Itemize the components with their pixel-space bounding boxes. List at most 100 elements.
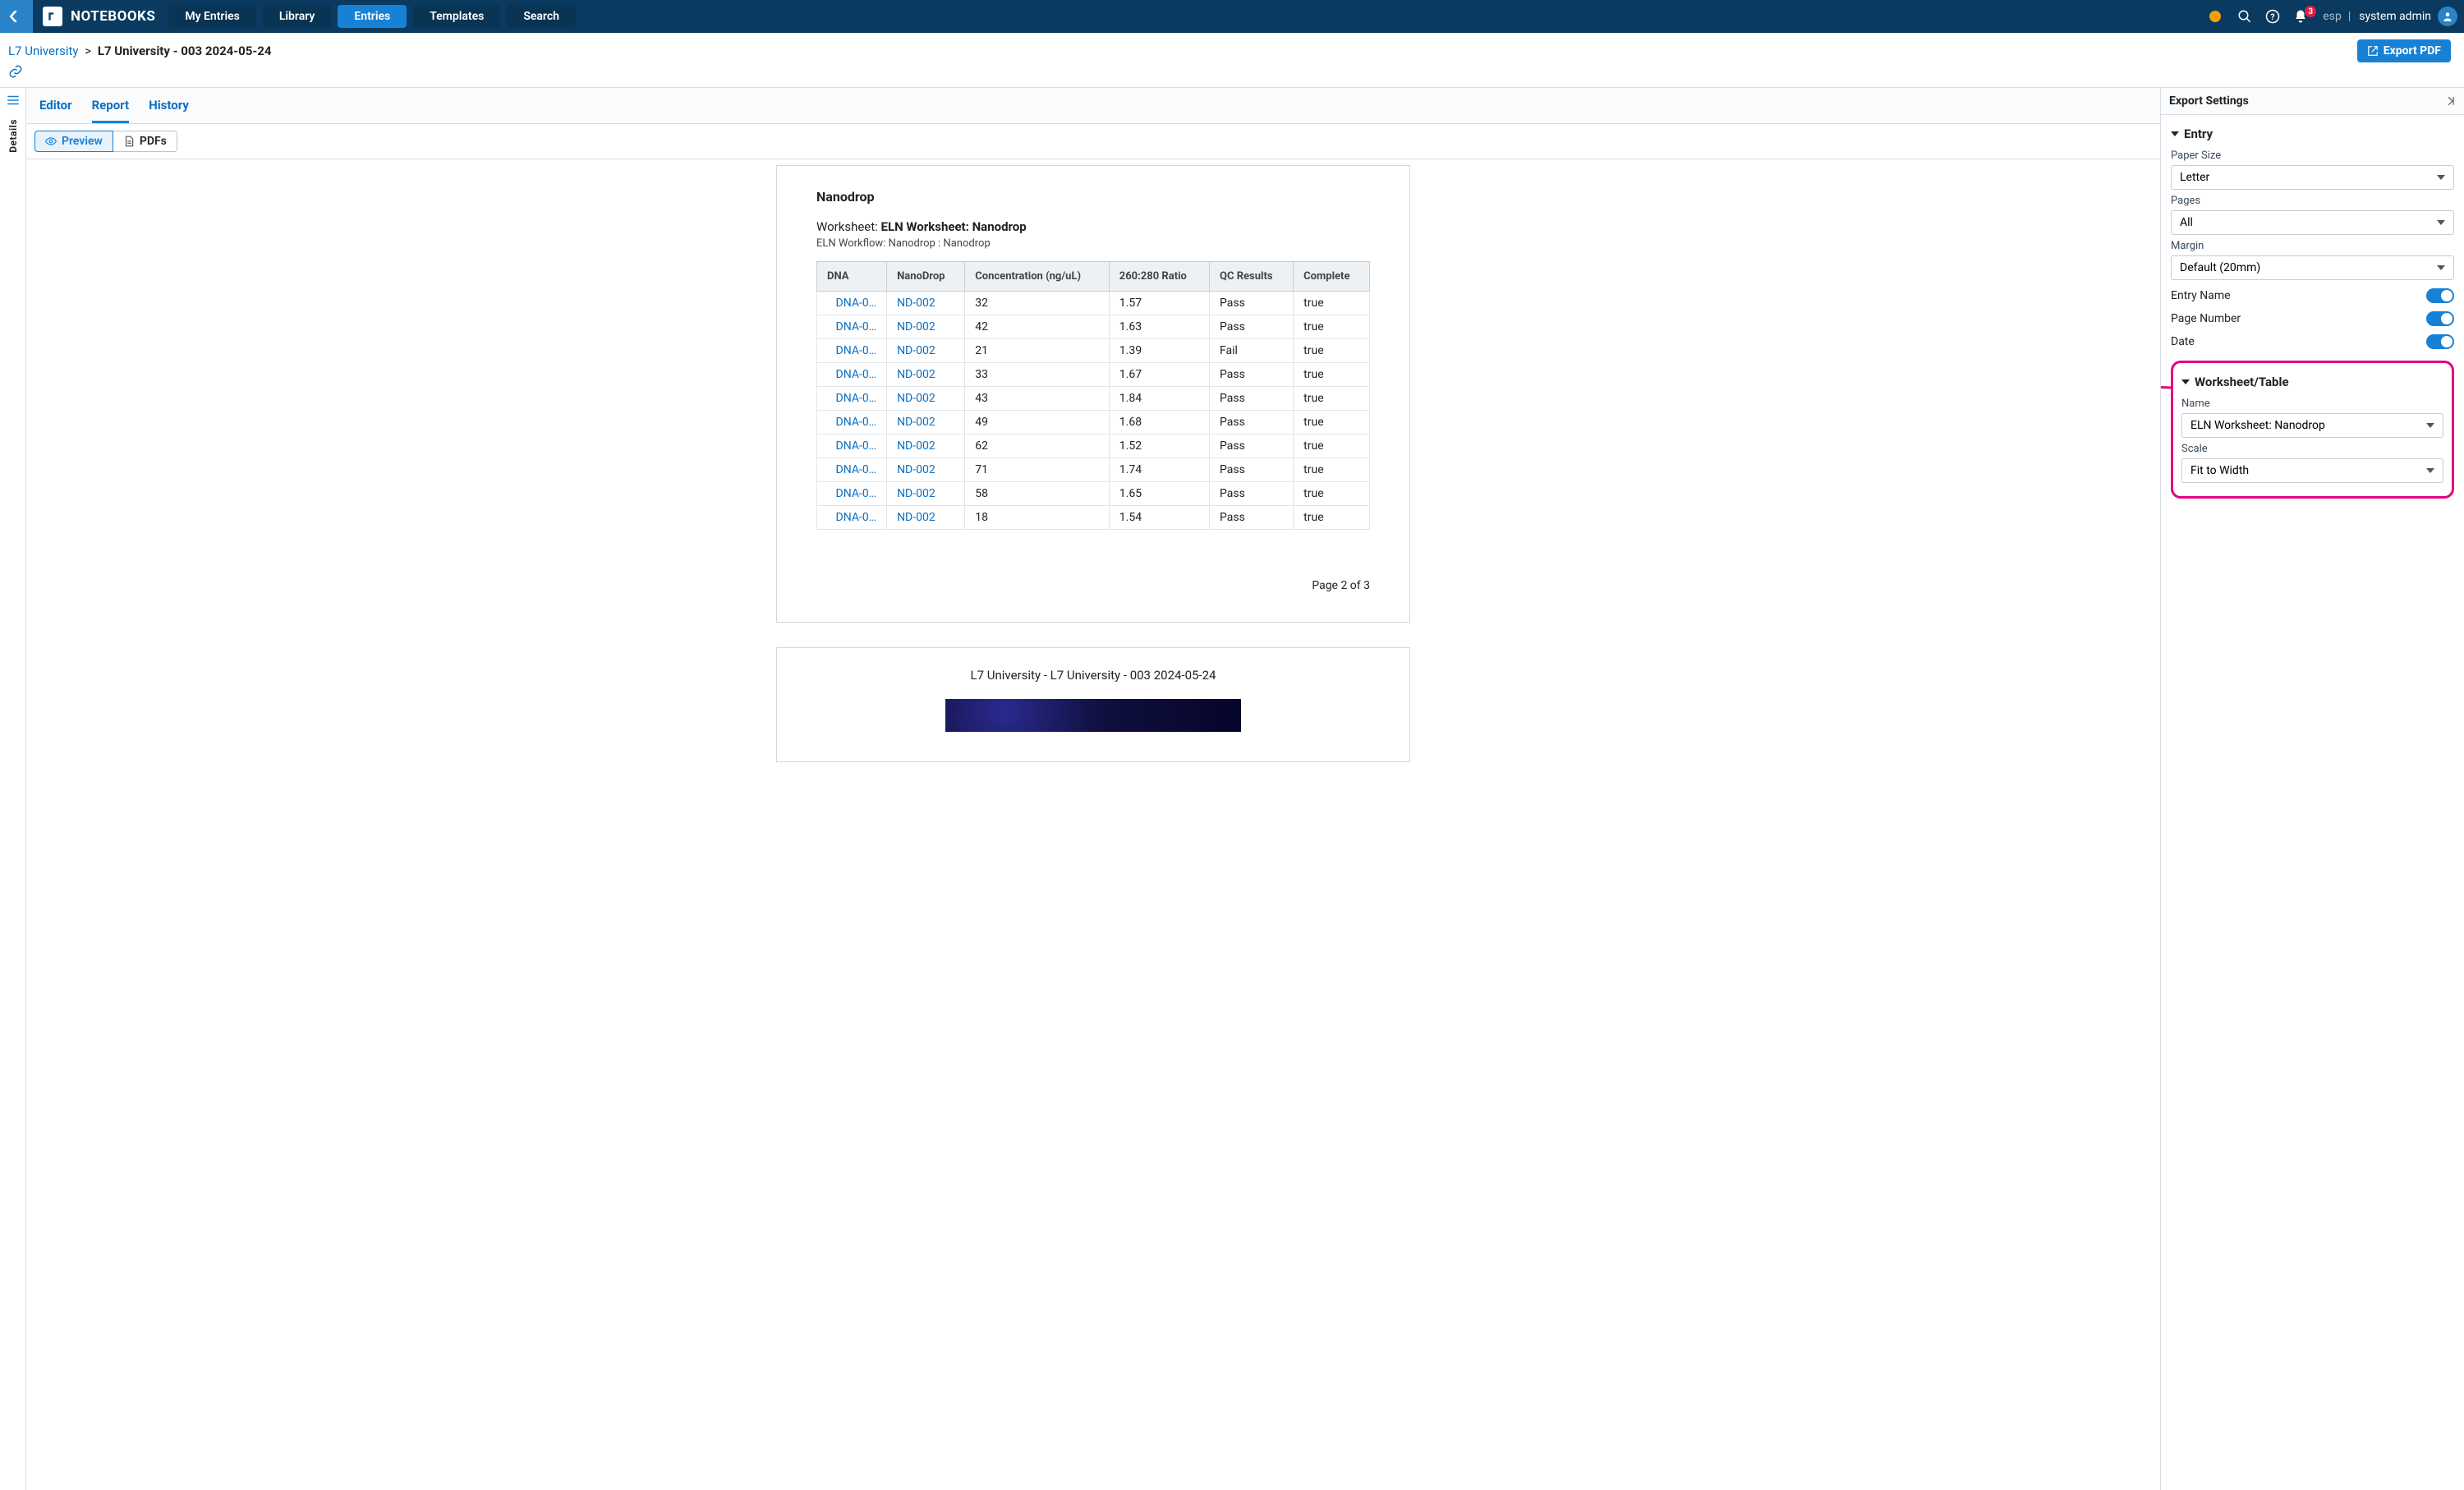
tab-editor[interactable]: Editor (39, 93, 72, 123)
app-icon (43, 7, 62, 26)
report-page: Nanodrop Worksheet: ELN Worksheet: Nanod… (777, 166, 1409, 622)
margin-select[interactable]: Default (20mm) (2171, 255, 2454, 280)
document-icon (123, 136, 135, 147)
data-table: DNANanoDropConcentration (ng/uL)260:280 … (816, 261, 1370, 530)
preview-button[interactable]: Preview (34, 131, 113, 152)
nav-library[interactable]: Library (263, 5, 332, 28)
dna-link[interactable]: DNA-0… (836, 511, 877, 524)
nanodrop-link[interactable]: ND-002 (897, 297, 935, 310)
page-number-label: Page Number (2171, 312, 2241, 325)
dna-link[interactable]: DNA-0… (836, 392, 877, 405)
table-cell: 71 (965, 458, 1110, 482)
table-cell: Fail (1210, 339, 1294, 363)
table-header: Concentration (ng/uL) (965, 262, 1110, 292)
tab-report[interactable]: Report (92, 93, 130, 123)
table-cell: 21 (965, 339, 1110, 363)
pdfs-button[interactable]: PDFs (113, 131, 177, 152)
nanodrop-link[interactable]: ND-002 (897, 392, 935, 405)
worksheet-name-select[interactable]: ELN Worksheet: Nanodrop (2181, 413, 2443, 438)
page-number-toggle[interactable] (2426, 311, 2454, 326)
table-cell: DNA-0… (817, 435, 887, 458)
dna-link[interactable]: DNA-0… (836, 320, 877, 333)
table-header: QC Results (1210, 262, 1294, 292)
paper-size-select[interactable]: Letter (2171, 165, 2454, 190)
section-entry[interactable]: Entry (2171, 126, 2454, 141)
scale-select[interactable]: Fit to Width (2181, 458, 2443, 483)
table-row: DNA-0…ND-002711.74Passtrue (817, 458, 1370, 482)
section-worksheet-table[interactable]: Worksheet/Table (2181, 375, 2443, 389)
dna-link[interactable]: DNA-0… (836, 463, 877, 476)
table-cell: ND-002 (887, 363, 965, 387)
nanodrop-link[interactable]: ND-002 (897, 320, 935, 333)
notification-badge: 3 (2305, 6, 2316, 17)
export-settings-panel: Export Settings Entry Paper Size Letter … (2160, 88, 2464, 1490)
back-button[interactable] (0, 0, 33, 33)
rail-details-label[interactable]: Details (7, 119, 19, 153)
dna-link[interactable]: DNA-0… (836, 487, 877, 500)
avatar[interactable] (2438, 7, 2457, 26)
table-header: 260:280 Ratio (1109, 262, 1209, 292)
date-label: Date (2171, 335, 2195, 348)
table-cell: true (1294, 435, 1370, 458)
preview-viewport[interactable]: Nanodrop Worksheet: ELN Worksheet: Nanod… (26, 159, 2160, 1490)
table-row: DNA-0…ND-002431.84Passtrue (817, 387, 1370, 411)
table-cell: DNA-0… (817, 315, 887, 339)
export-pdf-button[interactable]: Export PDF (2357, 39, 2451, 62)
nav-entries[interactable]: Entries (338, 5, 407, 28)
nav-my-entries[interactable]: My Entries (168, 5, 256, 28)
dna-link[interactable]: DNA-0… (836, 439, 877, 453)
table-cell: 1.57 (1109, 292, 1209, 315)
annotation-arrow-icon (2161, 371, 2173, 437)
date-toggle[interactable] (2426, 334, 2454, 349)
table-cell: true (1294, 315, 1370, 339)
dna-link[interactable]: DNA-0… (836, 416, 877, 429)
table-cell: ND-002 (887, 411, 965, 435)
table-row: DNA-0…ND-002321.57Passtrue (817, 292, 1370, 315)
table-cell: DNA-0… (817, 411, 887, 435)
nanodrop-link[interactable]: ND-002 (897, 463, 935, 476)
help-icon[interactable]: ? (2265, 9, 2280, 24)
table-cell: ND-002 (887, 315, 965, 339)
table-cell: 1.39 (1109, 339, 1209, 363)
nav-search[interactable]: Search (507, 5, 576, 28)
table-cell: ND-002 (887, 506, 965, 530)
nanodrop-link[interactable]: ND-002 (897, 439, 935, 453)
section-heading: Nanodrop (816, 189, 1370, 205)
nanodrop-link[interactable]: ND-002 (897, 368, 935, 381)
table-cell: DNA-0… (817, 339, 887, 363)
breadcrumb-current: L7 University - 003 2024-05-24 (98, 44, 272, 58)
table-cell: 1.54 (1109, 506, 1209, 530)
table-cell: 1.52 (1109, 435, 1209, 458)
dna-link[interactable]: DNA-0… (836, 297, 877, 310)
table-cell: ND-002 (887, 482, 965, 506)
table-cell: true (1294, 339, 1370, 363)
nav-templates[interactable]: Templates (413, 5, 500, 28)
breadcrumb-root[interactable]: L7 University (8, 44, 79, 58)
eye-icon (45, 136, 57, 147)
report-page: L7 University - L7 University - 003 2024… (777, 648, 1409, 761)
table-row: DNA-0…ND-002331.67Passtrue (817, 363, 1370, 387)
table-cell: Pass (1210, 292, 1294, 315)
nanodrop-link[interactable]: ND-002 (897, 511, 935, 524)
link-icon[interactable] (8, 64, 23, 79)
pages-select[interactable]: All (2171, 210, 2454, 235)
dna-link[interactable]: DNA-0… (836, 344, 877, 357)
tenant-label: esp (2323, 10, 2342, 23)
collapse-panel-icon[interactable] (2444, 95, 2456, 107)
nanodrop-link[interactable]: ND-002 (897, 416, 935, 429)
table-cell: 49 (965, 411, 1110, 435)
menu-icon[interactable] (6, 93, 21, 108)
table-cell: 18 (965, 506, 1110, 530)
entry-name-toggle[interactable] (2426, 288, 2454, 303)
table-cell: DNA-0… (817, 387, 887, 411)
nanodrop-link[interactable]: ND-002 (897, 487, 935, 500)
nanodrop-link[interactable]: ND-002 (897, 344, 935, 357)
search-icon[interactable] (2237, 9, 2252, 24)
dna-link[interactable]: DNA-0… (836, 368, 877, 381)
tab-history[interactable]: History (149, 93, 189, 123)
notifications-button[interactable]: 3 (2287, 9, 2315, 24)
table-cell: 1.84 (1109, 387, 1209, 411)
table-row: DNA-0…ND-002181.54Passtrue (817, 506, 1370, 530)
table-cell: ND-002 (887, 292, 965, 315)
table-cell: Pass (1210, 315, 1294, 339)
